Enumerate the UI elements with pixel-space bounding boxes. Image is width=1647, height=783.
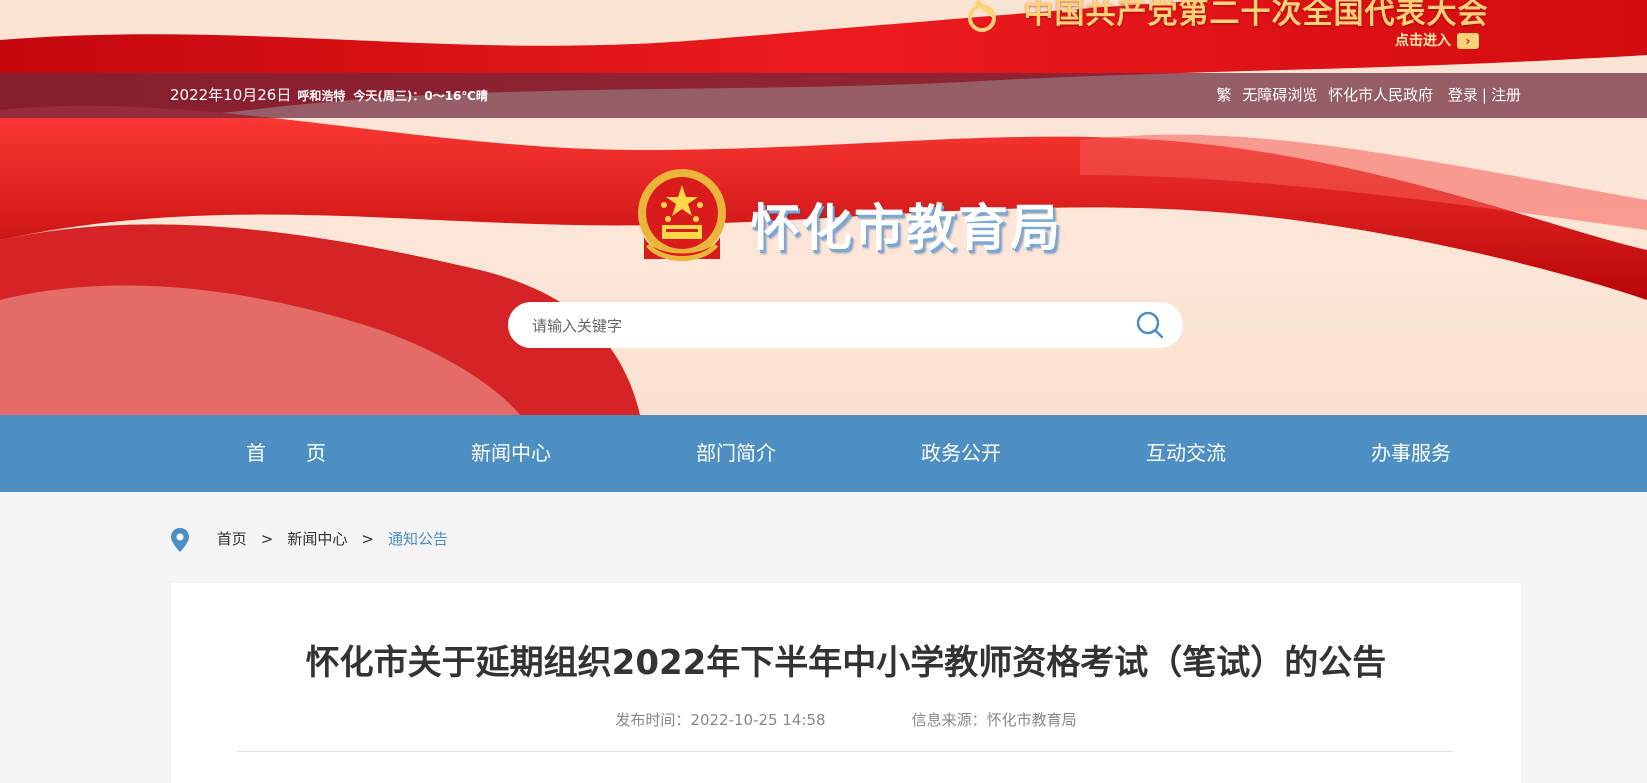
utility-links: 繁 无障碍浏览 怀化市人民政府 登录 | 注册 [1211,73,1521,118]
arrow-right-icon: › [1457,33,1479,49]
nav-item-interaction[interactable]: 互动交流 [1146,415,1226,492]
national-emblem-icon [638,169,726,261]
search-input[interactable] [530,302,1094,350]
city-gov-link[interactable]: 怀化市人民政府 [1328,86,1433,104]
current-date: 2022年10月26日 [170,86,292,104]
article-meta: 发布时间：2022-10-25 14:58 信息来源：怀化市教育局 [171,709,1521,730]
article-title: 怀化市关于延期组织2022年下半年中小学教师资格考试（笔试）的公告 [305,643,1387,683]
enter-label: 点击进入 [1395,33,1451,49]
breadcrumb: 首页 > 新闻中心 > 通知公告 [170,522,448,556]
nav-item-services[interactable]: 办事服务 [1371,415,1451,492]
site-title: 怀化市教育局 [750,199,1062,257]
party-congress-banner[interactable]: 中国共产党第二十次全国代表大会 [960,0,1489,32]
weather-info: 今天(周三)：0～16℃晴 [353,89,488,103]
location-pin-icon [171,527,189,552]
login-link[interactable]: 登录 [1448,86,1478,104]
nav-item-news-center[interactable]: 新闻中心 [471,415,551,492]
hammer-sickle-icon [968,0,996,32]
breadcrumb-current[interactable]: 通知公告 [388,530,448,548]
nav-item-department-intro[interactable]: 部门简介 [696,415,776,492]
main-nav: 首 页 新闻中心 部门简介 政务公开 互动交流 办事服务 [0,415,1647,492]
link-separator: | [1481,86,1487,104]
breadcrumb-separator: > [260,530,274,548]
breadcrumb-home[interactable]: 首页 [217,530,247,548]
city-name: 呼和浩特 [297,89,346,103]
traditional-chinese-link[interactable]: 繁 [1217,86,1232,104]
publish-time: 发布时间：2022-10-25 14:58 [615,711,826,729]
date-weather-info: 2022年10月26日 呼和浩特 今天(周三)：0～16℃晴 [170,73,488,118]
register-link[interactable]: 注册 [1491,86,1521,104]
header-banner: 中国共产党第二十次全国代表大会 点击进入 › 2022年10月26日 呼和浩特 今天(… [0,0,1647,415]
enter-link[interactable]: 点击进入 › [1395,30,1479,50]
accessible-browsing-link[interactable]: 无障碍浏览 [1242,86,1317,104]
breadcrumb-news-center[interactable]: 新闻中心 [287,530,347,548]
article-panel: 怀化市关于延期组织2022年下半年中小学教师资格考试（笔试）的公告 发布时间：2… [171,583,1521,783]
nav-item-home[interactable]: 首 页 [246,415,326,492]
party-congress-title: 中国共产党第二十次全国代表大会 [1023,0,1489,31]
breadcrumb-separator: > [361,530,374,548]
title-divider [237,751,1453,752]
top-utility-bar: 2022年10月26日 呼和浩特 今天(周三)：0～16℃晴 繁 无障碍浏览 怀化市… [0,73,1647,118]
nav-item-government-affairs[interactable]: 政务公开 [921,415,1001,492]
info-source: 信息来源：怀化市教育局 [911,711,1077,729]
search-icon[interactable] [1135,310,1165,340]
search-box [508,302,1183,350]
